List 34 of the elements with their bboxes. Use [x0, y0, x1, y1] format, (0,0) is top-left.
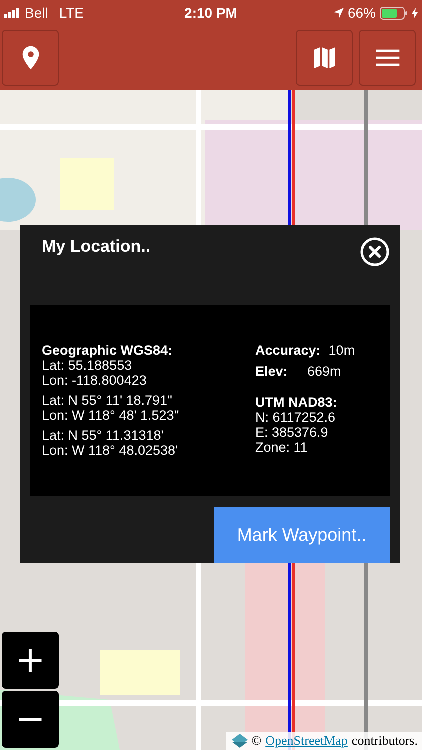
close-button[interactable]: [360, 237, 390, 267]
copyright-sign: ©: [252, 733, 262, 749]
field-value: 10m: [328, 342, 356, 358]
field-value: 669m: [308, 364, 342, 379]
location-pin-button[interactable]: [2, 30, 59, 86]
coordinate-text: E: 385376.9: [256, 424, 330, 440]
coordinate-text: Lat: N 55° 11' 18.791": [42, 392, 174, 408]
coordinate-text: Lon: W 118° 48' 1.523": [42, 408, 180, 423]
field-label: Elev:: [256, 364, 289, 379]
coordinate-text: N: 6117252.6: [256, 410, 337, 425]
openstreetmap-link[interactable]: OpenStreetMap: [266, 733, 348, 749]
zoom-in-button[interactable]: +: [2, 632, 59, 689]
dialog-title: My Location..: [42, 237, 151, 257]
coordinate-text: Zone: 11: [256, 440, 309, 455]
signal-icon: [4, 8, 20, 18]
layers-icon: [232, 734, 248, 748]
map-button[interactable]: [296, 30, 353, 86]
zoom-out-button[interactable]: −: [2, 691, 59, 748]
coordinate-text: Lat: 55.188553: [42, 358, 134, 373]
menu-button[interactable]: [359, 30, 416, 86]
section-heading: UTM NAD83:: [256, 394, 338, 410]
network-type: LTE: [59, 5, 84, 21]
section-heading: Geographic WGS84:: [42, 342, 174, 358]
battery-percent: 66%: [348, 5, 376, 21]
coordinate-text: Lat: N 55° 11.31318': [42, 428, 165, 443]
battery-icon: [380, 6, 408, 20]
carrier-name: Bell: [25, 5, 48, 21]
coordinate-text: Lon: -118.800423: [42, 372, 148, 388]
charging-icon: [412, 8, 418, 18]
field-label: Accuracy:: [256, 342, 321, 358]
coordinate-text: Lon: W 118° 48.02538': [42, 442, 180, 458]
location-arrow-icon: [334, 8, 344, 18]
attribution-text: contributors.: [352, 733, 418, 749]
clock-time: 2:10 PM: [184, 5, 238, 21]
